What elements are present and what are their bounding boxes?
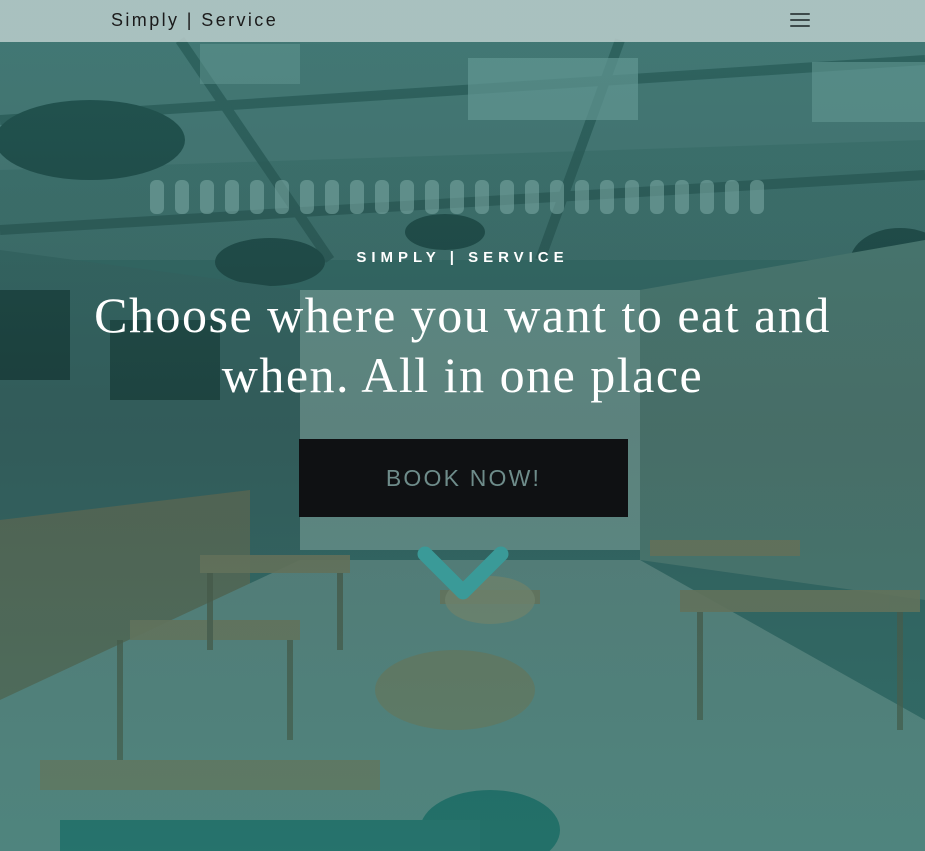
hero-kicker: SIMPLY | SERVICE <box>356 249 569 266</box>
chevron-down-icon[interactable] <box>416 545 510 601</box>
hamburger-menu-icon[interactable] <box>788 9 812 31</box>
book-now-button[interactable]: BOOK NOW! <box>299 439 628 517</box>
hero-headline: Choose where you want to eat and when. A… <box>60 285 865 405</box>
hero-background-image <box>0 0 925 851</box>
menu-bar <box>790 19 810 21</box>
menu-bar <box>790 25 810 27</box>
teal-overlay <box>0 0 925 851</box>
brand-logo-text[interactable]: Simply | Service <box>111 10 278 31</box>
headline-line-1: Choose where you want to eat and <box>94 287 831 343</box>
headline-line-2: when. All in one place <box>221 347 704 403</box>
menu-bar <box>790 13 810 15</box>
top-navbar: Simply | Service <box>0 0 925 42</box>
